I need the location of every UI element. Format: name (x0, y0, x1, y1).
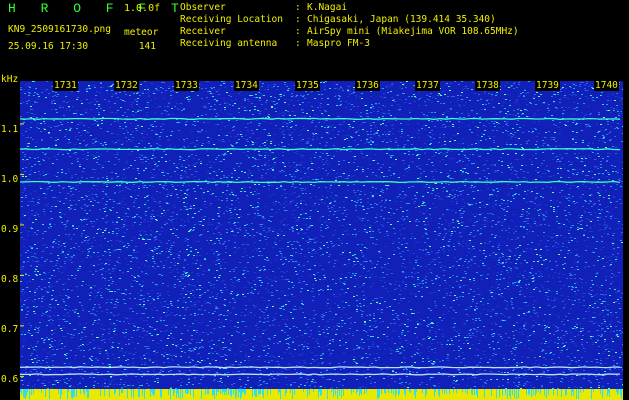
app-version: 1.0.0f (124, 3, 161, 14)
spectrogram (20, 81, 623, 400)
info-label: Receiving antenna (180, 38, 278, 49)
header: H R O F F T 1.0.0f KN9_2509161730.png 25… (0, 0, 629, 74)
y-tick-label: 0.7 (1, 324, 19, 335)
info-value: Maspro FM-3 (307, 38, 370, 49)
file-name: KN9_2509161730.png (8, 24, 111, 35)
y-tick-label: 0.8 (1, 274, 19, 285)
spectrogram-canvas (20, 81, 623, 400)
info-value: K.Nagai (307, 2, 348, 13)
time-label-1738: 1738 (475, 80, 500, 91)
y-tick-label: 1.1 (1, 124, 19, 135)
info-value: Chigasaki, Japan (139.414 35.340) (307, 14, 496, 25)
time-label-1737: 1737 (415, 80, 440, 91)
time-label-1740: 1740 (594, 80, 619, 91)
info-separator: : (295, 38, 301, 49)
time-label-1739: 1739 (535, 80, 560, 91)
time-label-1732: 1732 (114, 80, 139, 91)
time-label-1733: 1733 (174, 80, 199, 91)
y-tick-label: 0.9 (1, 224, 19, 235)
info-separator: : (295, 26, 301, 37)
info-separator: : (295, 14, 301, 25)
info-label: Receiver (180, 26, 226, 37)
time-label-1735: 1735 (295, 80, 320, 91)
time-label-1736: 1736 (355, 80, 380, 91)
meteor-count: 141 (138, 41, 156, 52)
time-label-1731: 1731 (53, 80, 78, 91)
axis-unit: kHz (1, 74, 19, 85)
info-label: Receiving Location (180, 14, 283, 25)
app-title: H R O F F T (8, 1, 188, 16)
y-tick-label: 1.0 (1, 174, 19, 185)
y-tick-label: 0.6 (1, 374, 19, 385)
time-label-1734: 1734 (234, 80, 259, 91)
bottom-band (20, 389, 623, 400)
signal-line (20, 148, 621, 151)
info-separator: : (295, 2, 301, 13)
info-label: Observer (180, 2, 226, 13)
observation-datetime: 25.09.16 17:30 (8, 41, 89, 52)
info-value: AirSpy mini (Miakejima VOR 108.65MHz) (307, 26, 519, 37)
meteor-label: meteor (124, 27, 159, 38)
